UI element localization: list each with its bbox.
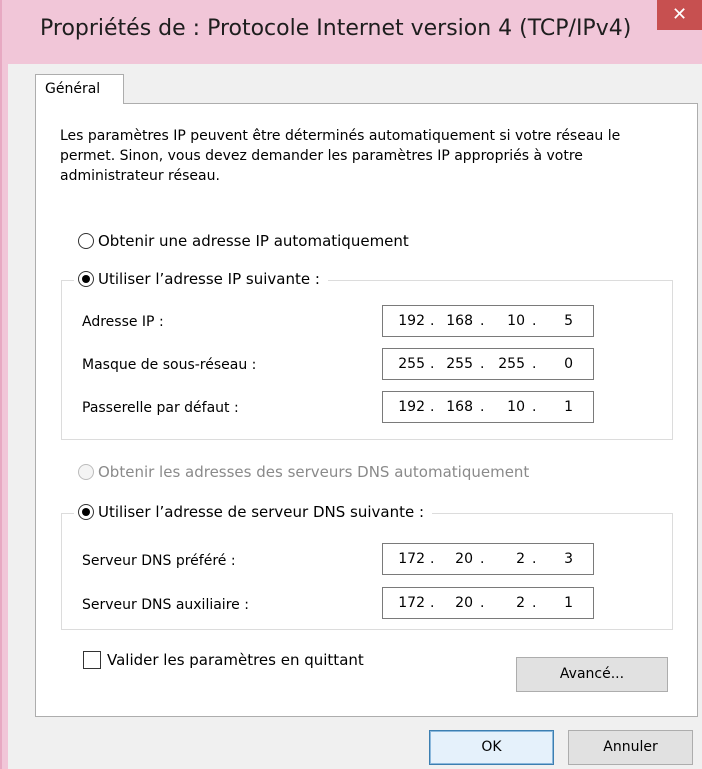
close-button[interactable]: ✕ [657, 0, 702, 30]
radio-label: Utiliser l’adresse IP suivante : [98, 270, 320, 288]
validate-checkbox-row[interactable]: Valider les paramètres en quittant [83, 651, 364, 669]
radio-label: Utiliser l’adresse de serveur DNS suivan… [98, 503, 425, 521]
close-icon: ✕ [671, 4, 688, 25]
validate-checkbox[interactable] [83, 651, 101, 669]
radio-obtain-ip-auto[interactable]: Obtenir une adresse IP automatiquement [78, 232, 409, 250]
default-gateway-label: Passerelle par défaut : [82, 400, 239, 416]
radio-label: Obtenir les adresses des serveurs DNS au… [98, 463, 530, 481]
radio-button[interactable] [78, 233, 94, 249]
radio-use-ip[interactable]: Utiliser l’adresse IP suivante : [74, 270, 328, 288]
preferred-dns-input[interactable]: 172 . 20 . 2 . 3 [382, 543, 594, 575]
radio-button[interactable] [78, 271, 94, 287]
radio-button[interactable] [78, 464, 94, 480]
preferred-dns-label: Serveur DNS préféré : [82, 553, 236, 569]
alternate-dns-input[interactable]: 172 . 20 . 2 . 1 [382, 587, 594, 619]
tab-general[interactable]: Général [35, 74, 124, 104]
subnet-mask-input[interactable]: 255 . 255 . 255 . 0 [382, 348, 594, 380]
description-text: Les paramètres IP peuvent être déterminé… [60, 128, 621, 184]
ip-address-label: Adresse IP : [82, 314, 164, 330]
window-border [0, 64, 8, 769]
radio-button[interactable] [78, 504, 94, 520]
radio-obtain-dns-auto[interactable]: Obtenir les adresses des serveurs DNS au… [78, 463, 529, 481]
validate-label: Valider les paramètres en quittant [107, 651, 364, 669]
advanced-button[interactable]: Avancé... [516, 657, 668, 692]
cancel-button[interactable]: Annuler [568, 730, 693, 765]
title-bar: Propriétés de : Protocole Internet versi… [0, 0, 702, 64]
radio-use-dns[interactable]: Utiliser l’adresse de serveur DNS suivan… [74, 503, 433, 521]
ok-button[interactable]: OK [429, 730, 554, 765]
radio-label: Obtenir une adresse IP automatiquement [98, 232, 409, 250]
ip-address-input[interactable]: 192 . 168 . 10 . 5 [382, 305, 594, 337]
default-gateway-input[interactable]: 192 . 168 . 10 . 1 [382, 391, 594, 423]
subnet-mask-label: Masque de sous-réseau : [82, 357, 257, 373]
alternate-dns-label: Serveur DNS auxiliaire : [82, 597, 249, 613]
window-title: Propriétés de : Protocole Internet versi… [40, 16, 632, 41]
